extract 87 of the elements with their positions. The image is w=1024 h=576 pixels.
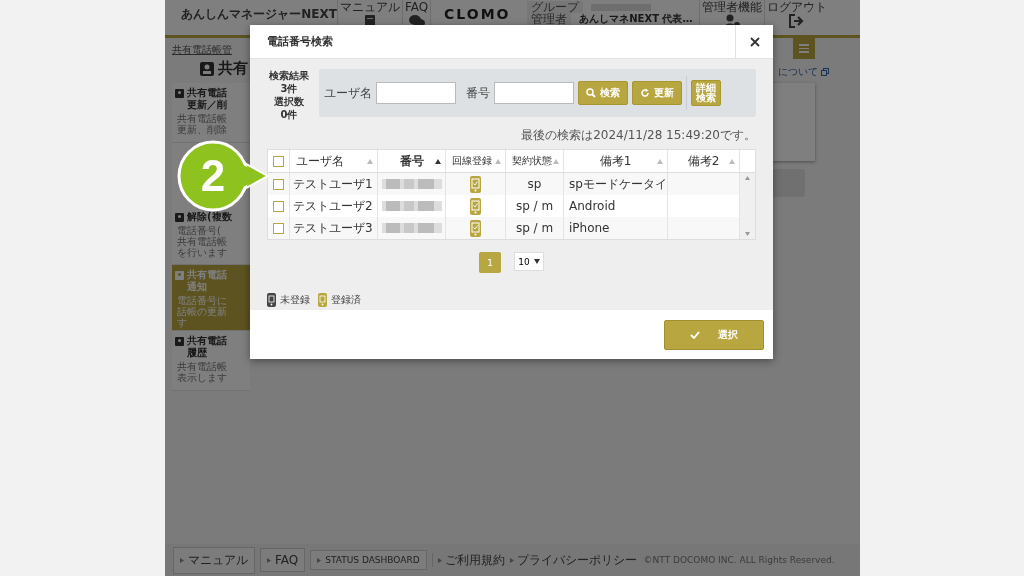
sidebar-item-description: 共有電話帳 — [177, 361, 228, 372]
legend-label: 未登録 — [280, 293, 310, 307]
table-cell: sp / m — [506, 217, 564, 239]
sidebar-item-description: 共有電話帳 — [177, 113, 228, 124]
footer-link[interactable]: プライバシーポリシー — [516, 551, 637, 569]
scroll-down-icon[interactable] — [745, 232, 750, 236]
column-header[interactable]: 回線登録 — [446, 150, 506, 172]
last-search-text: 最後の検索は2024/11/28 15:49:20です。 — [521, 127, 756, 144]
sidebar-item-title: 共有電話 — [187, 87, 227, 99]
column-header[interactable]: 番号 — [378, 150, 446, 172]
menu-button[interactable] — [793, 38, 815, 59]
sidebar-item-title: 更新／削 — [187, 99, 227, 111]
sidebar-item-title: 解除(複数 — [187, 211, 232, 223]
sidebar-item-title: 共有電話 — [187, 269, 227, 281]
page-button[interactable]: 1 — [479, 252, 501, 273]
row-checkbox[interactable] — [273, 178, 284, 190]
footer-button[interactable]: マニュアル — [173, 546, 255, 574]
breadcrumb-link[interactable]: 共有電話帳管 — [172, 43, 250, 57]
sidebar-item-title: 履歴 — [187, 347, 208, 359]
scroll-up-icon[interactable] — [745, 176, 750, 180]
close-icon — [749, 36, 760, 47]
table-cell: テストユーザ3 — [290, 217, 378, 239]
select-all-checkbox[interactable] — [273, 155, 284, 167]
scrollbar[interactable] — [740, 173, 755, 239]
footer-link[interactable]: ご利用規約 — [444, 551, 505, 569]
sidebar-item-description: 更新、削除 — [177, 124, 228, 135]
dialog-title: 電話番号検索 — [266, 34, 333, 49]
user-name-label: ユーザ名 — [324, 84, 372, 102]
contact-card-icon — [175, 337, 184, 346]
table-cell: iPhone — [564, 217, 668, 239]
contact-card-icon — [175, 213, 184, 222]
advanced-search-button[interactable]: 詳細検索 — [691, 80, 721, 106]
app-logo: あんしんマネージャーNEXT — [181, 6, 337, 23]
sidebar-item-description: 共有電話帳 — [177, 236, 228, 247]
help-link[interactable]: について — [778, 65, 818, 79]
sidebar-item-title: 通知 — [187, 281, 208, 293]
contact-card-icon — [175, 89, 184, 98]
sidebar-item-description: す — [177, 317, 188, 328]
search-button[interactable]: 検索 — [578, 81, 628, 105]
selected-count: 0件 — [280, 108, 298, 121]
user-name-field[interactable] — [376, 82, 456, 104]
contact-card-icon — [200, 61, 214, 76]
number-field[interactable] — [494, 82, 574, 104]
table-cell: spモードケータイ — [564, 173, 668, 195]
result-label: 検索結果 — [269, 69, 309, 82]
sidebar-item-description: 電話番号に — [177, 295, 228, 306]
external-link-icon — [821, 68, 829, 76]
caret-icon — [437, 557, 442, 563]
redacted-number — [381, 179, 442, 189]
select-button[interactable]: 選択 — [664, 319, 764, 350]
column-header[interactable]: ユーザ名 — [290, 150, 378, 172]
sidebar-item-description: 電話番号( — [177, 225, 221, 236]
sidebar-item[interactable]: 共有電話 通知 電話番号に 話帳の更新 す — [172, 265, 250, 331]
logout-icon — [789, 14, 806, 28]
search-icon — [586, 88, 596, 98]
number-label: 番号 — [466, 84, 490, 102]
caret-icon — [317, 557, 322, 563]
redacted-number — [381, 201, 442, 211]
page-size-select[interactable]: 10 — [514, 252, 544, 271]
redacted-number — [381, 223, 442, 233]
refresh-icon — [640, 88, 650, 98]
group-label: グループ — [527, 1, 584, 13]
column-header[interactable]: 備考2 — [668, 150, 740, 172]
result-count: 3件 — [280, 82, 298, 95]
row-checkbox[interactable] — [273, 200, 284, 212]
table-cell: テストユーザ1 — [290, 173, 378, 195]
legend-label: 登録済 — [331, 293, 361, 307]
caret-icon — [180, 557, 184, 563]
check-icon — [690, 330, 700, 339]
row-checkbox[interactable] — [273, 222, 284, 234]
caret-icon — [267, 557, 271, 563]
sidebar-item-description: 話帳の更新 — [177, 306, 228, 317]
refresh-button[interactable]: 更新 — [632, 81, 682, 105]
selected-label: 選択数 — [274, 95, 304, 108]
column-header[interactable]: 備考1 — [564, 150, 668, 172]
contact-card-icon — [175, 271, 184, 280]
caret-icon — [533, 259, 540, 264]
admin-name: あんしマネNEXT 代表… — [579, 13, 693, 25]
admin-label: 管理者 — [527, 13, 572, 25]
sidebar-item-title: 共有電話 — [187, 335, 227, 347]
caret-icon — [509, 557, 514, 563]
table-cell: sp — [506, 173, 564, 195]
step-callout: 2 — [177, 140, 271, 212]
page-title: 共有 — [218, 59, 248, 78]
footer-button[interactable]: STATUS DASHBOARD — [310, 550, 427, 570]
footer-button[interactable]: FAQ — [260, 548, 306, 572]
column-header[interactable]: 契約状態 — [506, 150, 564, 172]
